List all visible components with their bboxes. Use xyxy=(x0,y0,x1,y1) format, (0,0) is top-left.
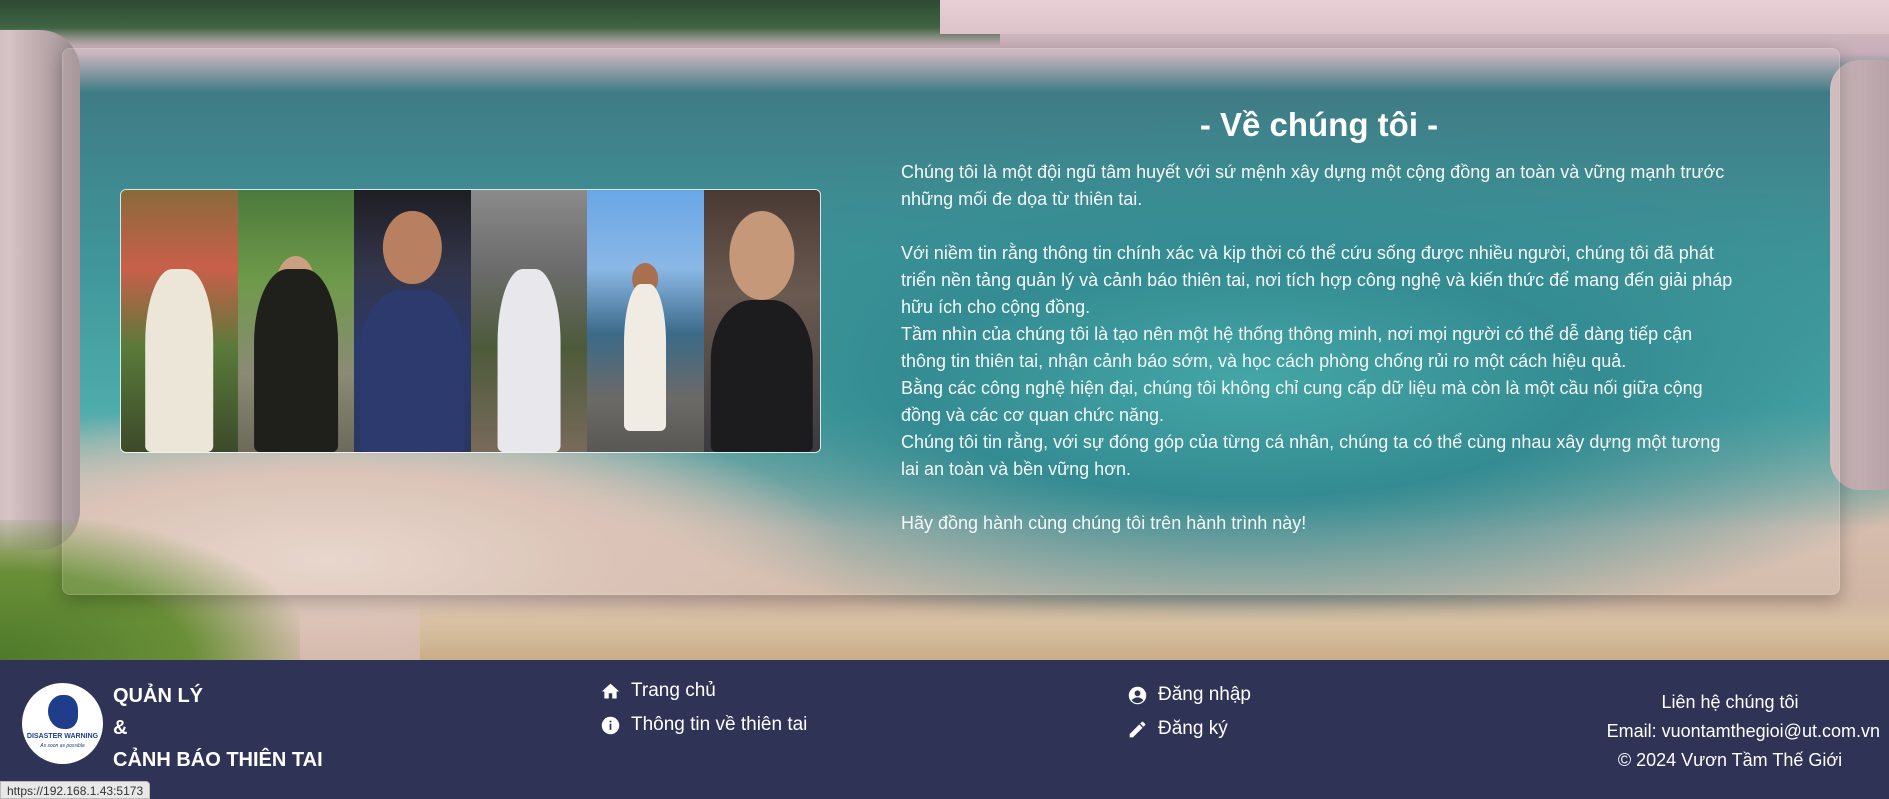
about-paragraph: Tầm nhìn của chúng tôi là tạo nên một hệ… xyxy=(901,324,1693,371)
team-photo xyxy=(587,190,704,452)
about-paragraph: Chúng tôi tin rằng, với sự đóng góp của … xyxy=(901,432,1721,479)
footer-nav-account: Đăng nhập Đăng ký xyxy=(1127,678,1251,746)
contact-block: Liên hệ chúng tôi Email: vuontamthegioi@… xyxy=(1580,688,1880,775)
nav-link-label: Trang chủ xyxy=(631,680,716,701)
home-icon xyxy=(600,681,621,702)
background-trees xyxy=(0,0,1000,46)
brand-name: QUẢN LÝ & CẢNH BÁO THIÊN TAI xyxy=(113,680,323,776)
logo-tagline: As soon as possible xyxy=(40,743,85,749)
nav-link-home[interactable]: Trang chủ xyxy=(600,674,807,708)
background-reeds xyxy=(420,600,1889,660)
team-photo xyxy=(237,190,354,452)
nav-link-label: Thông tin về thiên tai xyxy=(631,714,808,735)
disaster-warning-logo[interactable]: DISASTER WARNING As soon as possible xyxy=(22,683,103,764)
team-photo xyxy=(470,190,587,452)
about-section: - Về chúng tôi - Chúng tôi là một đội ng… xyxy=(901,102,1737,537)
team-photo xyxy=(703,190,820,452)
nav-link-label: Đăng nhập xyxy=(1158,684,1251,705)
brand-line: & xyxy=(113,717,128,739)
logo-emblem-icon xyxy=(48,695,78,729)
brand-line: CẢNH BÁO THIÊN TAI xyxy=(113,749,323,771)
contact-heading: Liên hệ chúng tôi xyxy=(1661,692,1799,712)
pencil-icon xyxy=(1127,719,1148,740)
about-text: Chúng tôi là một đội ngũ tâm huyết với s… xyxy=(901,159,1737,537)
footer-nav-main: Trang chủ Thông tin về thiên tai xyxy=(600,674,807,742)
team-photo xyxy=(354,190,471,452)
about-paragraph: Hãy đồng hành cùng chúng tôi trên hành t… xyxy=(901,513,1307,533)
background-sky xyxy=(940,0,1889,34)
copyright-text: © 2024 Vươn Tầm Thế Giới xyxy=(1617,750,1843,770)
about-paragraph: Bằng các công nghệ hiện đại, chúng tôi k… xyxy=(901,378,1703,425)
footer: DISASTER WARNING As soon as possible QUẢ… xyxy=(0,660,1889,799)
account-circle-icon xyxy=(1127,685,1148,706)
about-title: - Về chúng tôi - xyxy=(1199,106,1439,143)
nav-link-register[interactable]: Đăng ký xyxy=(1127,712,1251,746)
nav-link-label: Đăng ký xyxy=(1158,718,1228,739)
nav-link-disaster-info[interactable]: Thông tin về thiên tai xyxy=(600,708,807,742)
browser-status-url: https://192.168.1.43:5173 xyxy=(0,781,151,799)
brand-line: QUẢN LÝ xyxy=(113,685,203,707)
nav-link-login[interactable]: Đăng nhập xyxy=(1127,678,1251,712)
team-photo xyxy=(121,190,238,452)
info-icon xyxy=(600,715,621,736)
contact-email: Email: vuontamthegioi@ut.com.vn xyxy=(1606,721,1880,741)
about-paragraph: Chúng tôi là một đội ngũ tâm huyết với s… xyxy=(901,162,1725,209)
about-paragraph: Với niềm tin rằng thông tin chính xác và… xyxy=(901,243,1733,317)
logo-text: DISASTER WARNING xyxy=(26,733,99,740)
team-photo-collage xyxy=(120,189,821,453)
